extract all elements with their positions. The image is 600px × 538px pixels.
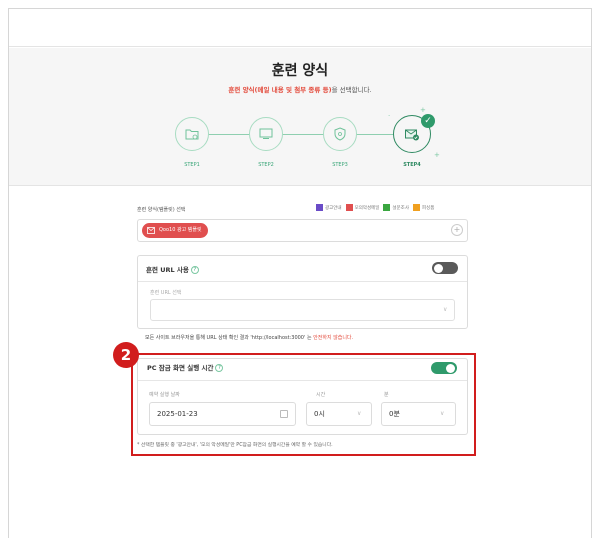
folder-icon <box>185 129 199 140</box>
add-template-button[interactable]: + <box>451 224 463 236</box>
url-section-title: 훈련 URL 사용? <box>146 264 199 274</box>
subtitle-highlight: 훈련 양식(메일 내용 및 첨부 종류 등) <box>228 86 332 94</box>
phishing-form-icon <box>412 204 420 211</box>
top-bar <box>9 9 591 47</box>
url-notice: 모든 사이트 브라우저을 통해 URL 상태 확인 결과 'http://loc… <box>145 335 354 341</box>
url-select[interactable] <box>150 299 455 321</box>
chevron-down-icon: ∨ <box>443 306 448 313</box>
ad-icon <box>316 204 323 211</box>
divider <box>138 281 467 282</box>
url-select-label: 훈련 URL 선택 <box>150 290 182 296</box>
complete-check-icon: ✓ <box>421 114 435 128</box>
malicious-mail-icon <box>345 204 353 211</box>
step-1[interactable] <box>175 117 209 151</box>
steps-connector <box>196 134 408 135</box>
toggle-knob <box>434 263 443 273</box>
template-legend: 광고안내 모의악성메일 설문조사 피싱폼 <box>316 204 434 211</box>
survey-icon <box>383 204 391 211</box>
shield-icon <box>334 127 346 141</box>
url-toggle[interactable] <box>432 262 458 274</box>
monitor-icon <box>259 128 273 139</box>
mail-check-icon <box>405 129 419 141</box>
legend-survey: 설문조사 <box>383 204 409 211</box>
sparkle-icon: · <box>388 112 391 120</box>
sparkle-icon: + <box>420 106 426 114</box>
template-label: 훈련 양식(템플릿) 선택 <box>137 207 186 213</box>
page-subtitle: 훈련 양식(메일 내용 및 첨부 종류 등)을 선택합니다. <box>0 84 600 94</box>
step-label-2: STEP2 <box>258 162 274 168</box>
step-2[interactable] <box>249 117 283 151</box>
legend-malicious: 모의악성메일 <box>345 204 379 211</box>
page-title: 훈련 양식 <box>271 63 329 79</box>
step-label-4: STEP4 <box>403 162 421 168</box>
legend-phishing: 피싱폼 <box>412 204 434 211</box>
step-label-3: STEP3 <box>332 162 348 168</box>
sparkle-icon: + <box>434 151 440 159</box>
callout-number-badge: 2 <box>113 342 139 368</box>
step-3[interactable] <box>323 117 357 151</box>
mail-icon <box>147 226 155 234</box>
subtitle-rest: 을 선택합니다. <box>331 86 372 94</box>
help-icon[interactable]: ? <box>190 266 199 274</box>
step-label-1: STEP1 <box>184 162 200 168</box>
chip-label: Qoo10 광고 템플릿 <box>159 227 202 233</box>
legend-ad: 광고안내 <box>316 204 342 211</box>
callout-highlight-box <box>131 353 476 456</box>
selected-template-chip[interactable]: Qoo10 광고 템플릿 <box>142 223 208 238</box>
